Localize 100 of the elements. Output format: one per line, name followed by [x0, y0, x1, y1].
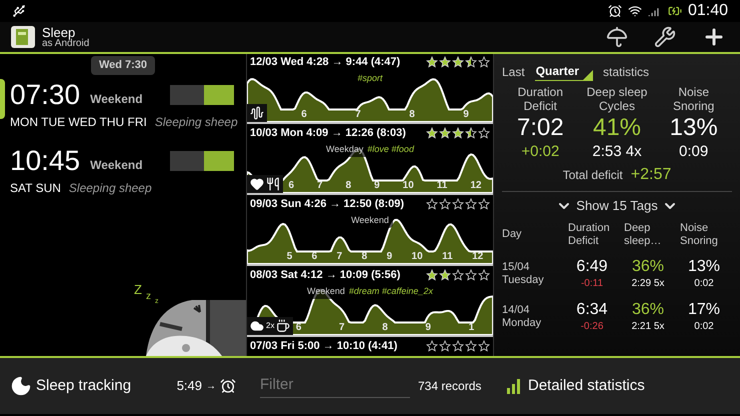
app-icon[interactable]: [10, 25, 36, 49]
duration-cell: 6:49: [576, 258, 608, 276]
record-title[interactable]: 09/03 Sun 4:26 → 12:50 (8:09): [250, 196, 404, 212]
star-rating[interactable]: [426, 269, 490, 281]
column-header: Deep sleep…: [623, 222, 662, 248]
stat-header: Deep sleep Cycles: [586, 85, 648, 113]
star-rating[interactable]: [426, 198, 490, 210]
count-label: 2x: [266, 320, 274, 332]
stat-subvalue: 0:09: [679, 143, 708, 161]
hashtags: #dream #caffeine_2x: [348, 285, 433, 298]
star-rating[interactable]: [426, 127, 490, 139]
stat-header: Duration Deficit: [518, 85, 563, 113]
wrench-icon[interactable]: [654, 26, 676, 48]
toast-message: Wed 7:30: [90, 56, 156, 74]
alarm-switch[interactable]: [170, 84, 234, 104]
hour-label: 9: [386, 250, 392, 264]
hour-label: 6: [296, 321, 302, 335]
app-subtitle: as Android: [42, 38, 90, 48]
alarm-sound: Sleeping sheep: [154, 114, 238, 130]
alarm-time[interactable]: 07:30: [10, 78, 80, 110]
alarm-time[interactable]: 10:45: [10, 144, 80, 176]
moon-icon: [10, 375, 32, 397]
app-title: Sleep: [42, 26, 76, 38]
hour-label: 9: [374, 179, 380, 193]
deep-sleep-cell: 36%: [632, 258, 664, 276]
fork-knife-icon: [266, 177, 280, 191]
stats-suffix: statistics: [603, 64, 650, 81]
duration-cell: 6:34: [576, 300, 608, 318]
day-cell-text: 15/04 Tuesday: [502, 261, 545, 287]
hour-label: 7: [355, 108, 361, 122]
column-header: Day: [502, 228, 523, 241]
snoring-cell-text: 0:02: [694, 276, 714, 290]
waveform-icon: [250, 106, 264, 120]
hashtags: #sport: [357, 72, 382, 85]
hour-label: 8: [382, 321, 388, 335]
deep-sleep-cell: 36%: [632, 300, 664, 318]
column-header: Noise Snoring: [679, 222, 719, 248]
hour-label: 8: [409, 108, 415, 122]
record-title[interactable]: 08/03 Sat 4:12 → 10:09 (5:56): [250, 266, 400, 284]
hour-label: 8: [346, 179, 352, 193]
stats-prefix: Last: [502, 64, 525, 81]
stat-value: 13%: [670, 113, 718, 143]
period-dropdown[interactable]: Quarter: [534, 62, 594, 81]
bar-chart-icon: [506, 378, 522, 394]
record-title[interactable]: 10/03 Mon 4:09 → 12:26 (8:03): [250, 124, 406, 142]
next-alarm-time: 5:49: [176, 377, 202, 396]
umbrella-icon[interactable]: [606, 26, 628, 48]
record-title[interactable]: 07/03 Fri 5:00 → 10:10 (4:41): [250, 338, 398, 354]
records-count: 734 records: [418, 378, 482, 395]
snoring-cell-text: 0:02: [694, 320, 714, 334]
cycles-cell-text: 2:21 5x: [632, 320, 664, 334]
cloud-icon: [250, 319, 264, 333]
stat-value: 7:02: [516, 113, 564, 143]
hour-label: 1: [468, 321, 474, 335]
hour-label: 7: [317, 179, 323, 193]
alarm-label: Weekend: [90, 156, 143, 174]
wifi-icon: [628, 4, 642, 18]
hour-label: 12: [472, 250, 484, 264]
alarm-days: SAT SUN: [10, 178, 61, 196]
alarm-days: MON TUE WED THU FRI: [10, 112, 147, 130]
stat-subvalue: +0:02: [521, 143, 560, 161]
hashtags: #love #food: [367, 143, 414, 156]
noise-cell: 17%: [688, 300, 720, 318]
hour-label: 11: [436, 179, 448, 193]
hour-label: 6: [288, 179, 294, 193]
clock-time: 01:40: [688, 1, 728, 21]
total-value: +2:57: [630, 165, 672, 185]
alarm-label: Weekend: [90, 90, 143, 108]
tag-label: Weekend: [351, 214, 389, 227]
star-rating[interactable]: [426, 340, 490, 352]
battery-icon: [668, 4, 682, 18]
stat-value: 41%: [592, 113, 642, 143]
alarm-switch[interactable]: [170, 150, 234, 170]
alarm-sound: Sleeping sheep: [68, 180, 152, 196]
alarm-icon: [608, 4, 622, 18]
snore-letter: Z: [134, 281, 142, 299]
hour-label: 5: [286, 250, 292, 264]
hour-label: 11: [442, 250, 453, 264]
heart-icon: [250, 177, 264, 191]
hour-label: 9: [463, 108, 469, 122]
record-title[interactable]: 12/03 Wed 4:28 → 9:44 (4:47): [250, 54, 400, 70]
noise-cell: 13%: [688, 258, 720, 276]
alarm-row[interactable]: 10:45 Weekend SAT SUN Sleeping sheep: [0, 140, 246, 206]
hour-label: 10: [402, 179, 414, 193]
detailed-statistics-button[interactable]: Detailed statistics: [528, 374, 645, 398]
arrow-glyph: →: [206, 380, 216, 394]
deficit-cell-text: -0:26: [580, 320, 604, 334]
hour-label: 9: [425, 321, 431, 335]
tag-label: Weekday: [326, 143, 364, 156]
sleep-tracking-button[interactable]: Sleep tracking: [36, 374, 132, 398]
deficit-cell-text: -0:11: [580, 276, 604, 290]
snore-letter: z: [146, 290, 151, 304]
tags-toggle[interactable]: Show 15 Tags: [502, 196, 732, 216]
alarm-icon: [220, 378, 236, 394]
filter-field[interactable]: Filter: [260, 374, 410, 398]
star-rating[interactable]: [426, 56, 490, 68]
hour-label: 7: [339, 321, 345, 335]
total-label: Total deficit: [562, 167, 623, 184]
tag-label: Weekend: [307, 285, 345, 298]
stat-header: Noise Snoring: [672, 85, 714, 113]
